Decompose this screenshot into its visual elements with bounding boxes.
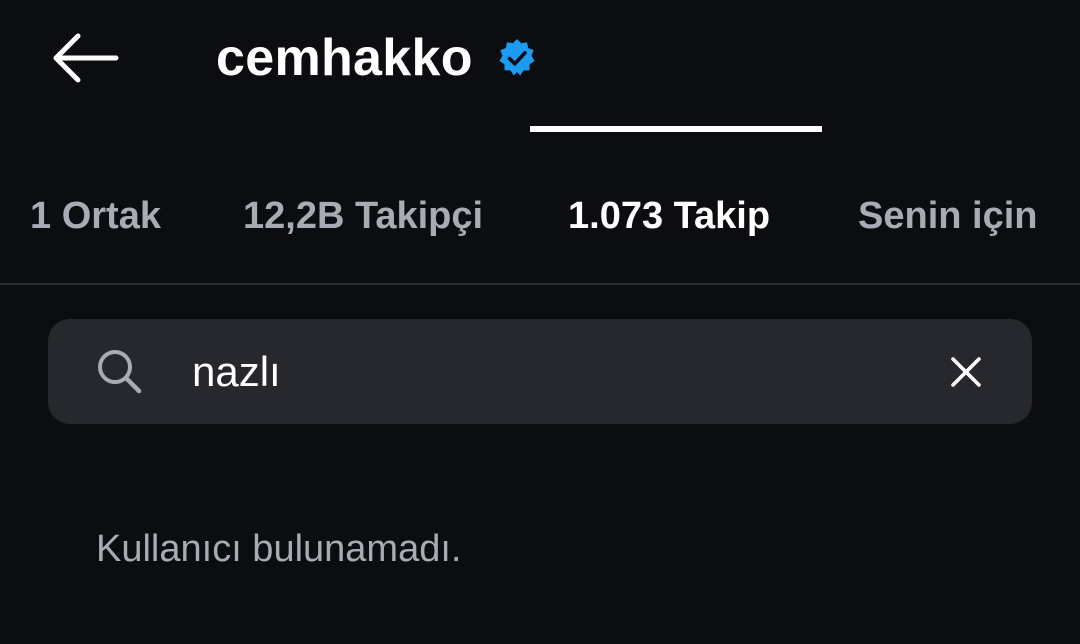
tab-bar: 1 Ortak 12,2B Takipçi 1.073 Takip Senin … bbox=[0, 150, 1080, 284]
clear-search-button[interactable] bbox=[940, 346, 992, 398]
verified-badge-icon bbox=[497, 38, 537, 78]
search-icon bbox=[98, 350, 142, 394]
tab-for-you[interactable]: Senin için bbox=[858, 188, 1037, 244]
following-list-page: cemhakko 1 Ortak 12,2B Takipçi 1.073 Tak… bbox=[0, 0, 1080, 644]
tabs-divider bbox=[0, 283, 1080, 285]
header: cemhakko bbox=[0, 0, 1080, 116]
tab-following[interactable]: 1.073 Takip bbox=[568, 188, 770, 244]
search-input[interactable] bbox=[192, 340, 892, 404]
close-icon bbox=[951, 357, 981, 387]
active-tab-indicator bbox=[530, 126, 822, 132]
tab-followers[interactable]: 12,2B Takipçi bbox=[243, 188, 483, 244]
page-title: cemhakko bbox=[216, 29, 473, 87]
title-group: cemhakko bbox=[216, 20, 537, 96]
back-button[interactable] bbox=[40, 22, 128, 94]
arrow-left-icon bbox=[53, 33, 119, 83]
tab-mutual[interactable]: 1 Ortak bbox=[30, 188, 161, 244]
empty-results-message: Kullanıcı bulunamadı. bbox=[96, 528, 462, 570]
